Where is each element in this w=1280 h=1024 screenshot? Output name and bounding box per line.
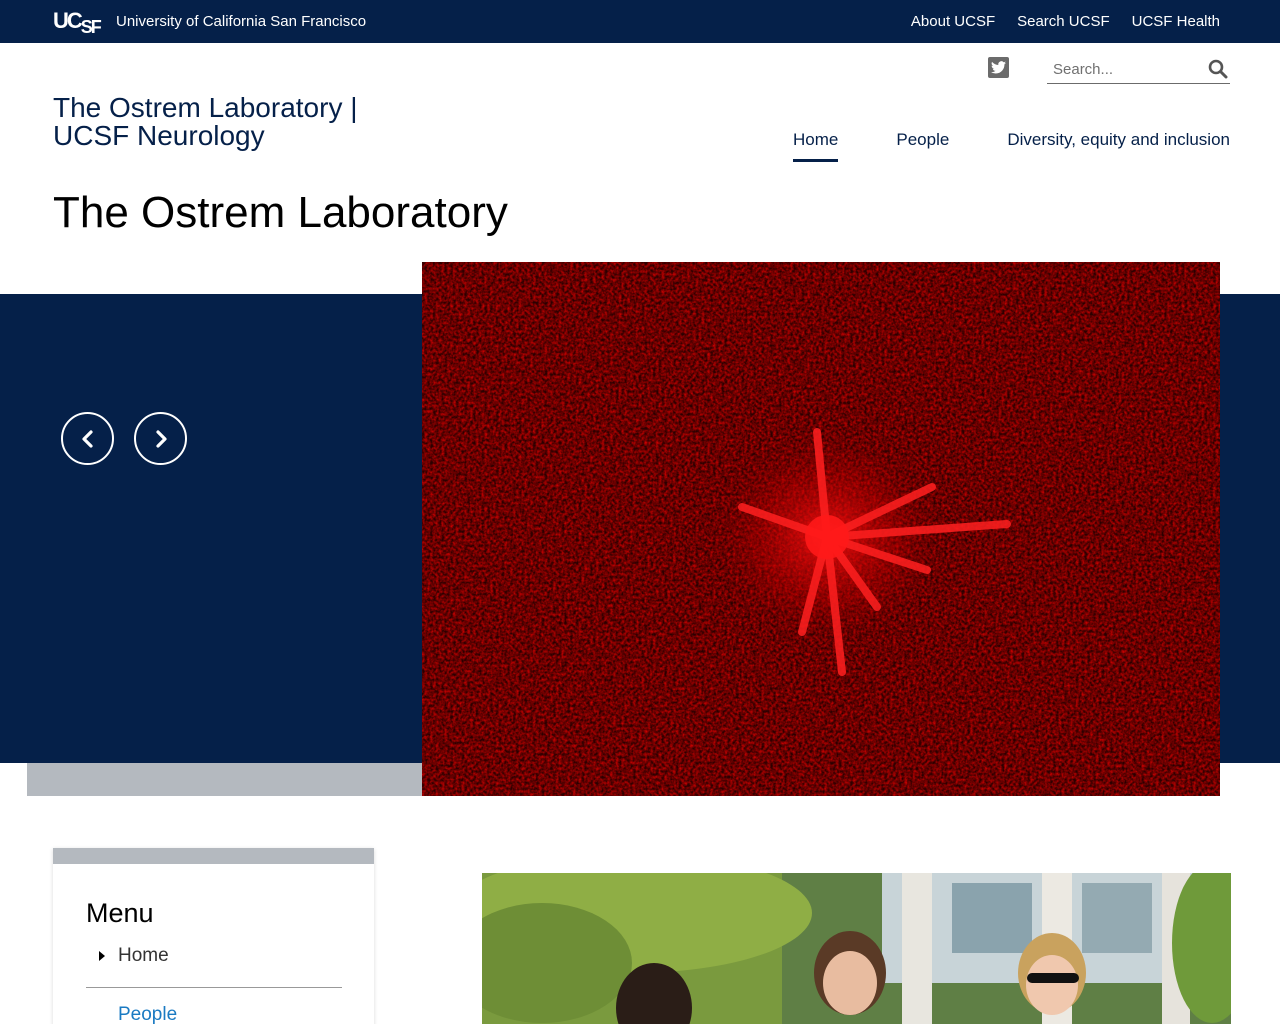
sidebar-item-people[interactable]: People	[86, 1003, 342, 1024]
chevron-right-icon	[155, 429, 167, 448]
carousel-prev-button[interactable]	[61, 412, 114, 465]
university-name[interactable]: University of California San Francisco	[116, 13, 366, 30]
lab-group-photo	[482, 873, 1231, 1024]
search-box	[1047, 56, 1230, 84]
twitter-icon[interactable]	[988, 57, 1009, 78]
ucsf-logo[interactable]: UCSF	[53, 7, 102, 37]
sidebar-item-home[interactable]: Home	[86, 944, 342, 968]
search-ucsf-link[interactable]: Search UCSF	[1017, 13, 1110, 30]
sidebar-item-label: People	[118, 1004, 178, 1024]
nav-people[interactable]: People	[896, 130, 949, 162]
menu-divider	[86, 987, 342, 988]
hero-gray-strip	[27, 763, 423, 796]
site-title-line1: The Ostrem Laboratory |	[53, 92, 358, 123]
search-icon[interactable]	[1208, 59, 1228, 79]
ucsf-health-link[interactable]: UCSF Health	[1132, 13, 1220, 30]
ucsf-top-bar: UCSF University of California San Franci…	[0, 0, 1280, 43]
caret-right-icon	[99, 951, 105, 961]
search-input[interactable]	[1053, 56, 1203, 82]
hero-microscopy-image	[422, 262, 1220, 796]
nav-diversity-equity-inclusion[interactable]: Diversity, equity and inclusion	[1007, 130, 1230, 162]
menu-top-bar	[53, 848, 374, 864]
menu-title: Menu	[86, 898, 154, 928]
carousel-next-button[interactable]	[134, 412, 187, 465]
nav-home[interactable]: Home	[793, 130, 839, 162]
page-title: The Ostrem Laboratory	[53, 188, 508, 237]
top-links: About UCSF Search UCSF UCSF Health	[911, 13, 1220, 30]
main-nav: Home People Diversity, equity and inclus…	[793, 130, 1230, 162]
chevron-left-icon	[81, 429, 93, 448]
about-ucsf-link[interactable]: About UCSF	[911, 13, 995, 30]
ucsf-logo-mark: UCSF	[53, 8, 102, 37]
site-title[interactable]: The Ostrem Laboratory | UCSF Neurology	[53, 94, 393, 150]
sidebar-item-label: Home	[118, 945, 169, 966]
sidebar-menu: Menu Home People	[53, 848, 374, 1024]
site-title-line2: UCSF Neurology	[53, 120, 265, 151]
